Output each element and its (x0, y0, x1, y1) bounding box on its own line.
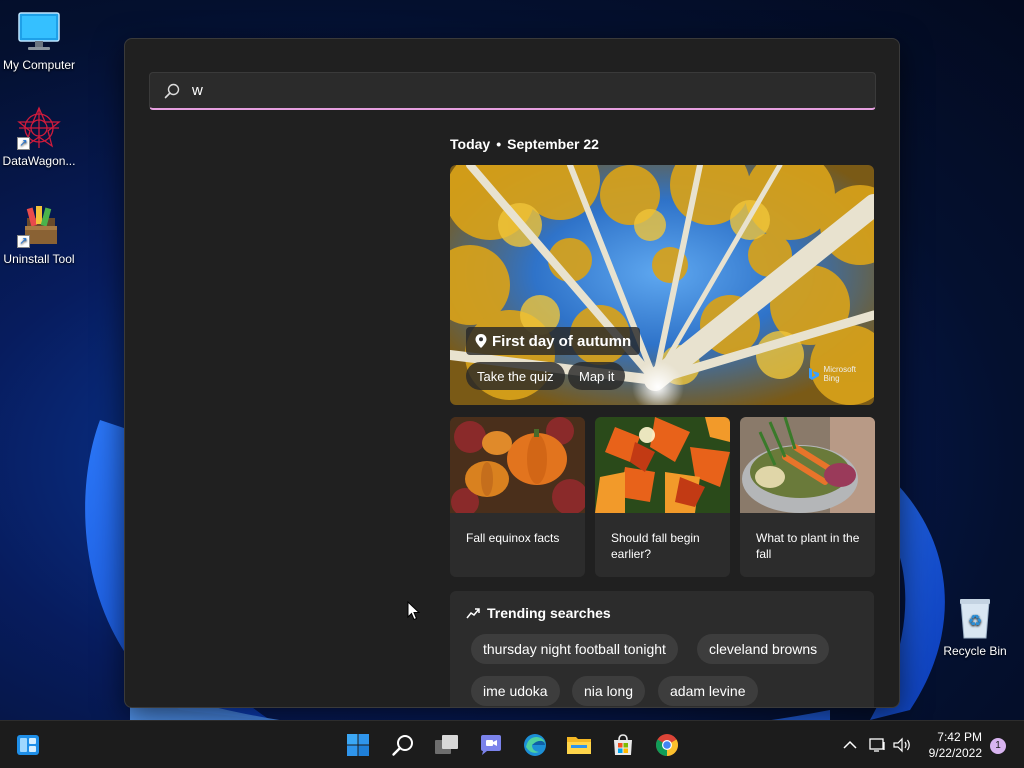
task-view-icon (435, 735, 458, 754)
trending-chip[interactable]: thursday night football tonight (471, 634, 678, 664)
desktop-icon-datawagon[interactable]: ↗ DataWagon... (0, 106, 78, 168)
uninstall-tool-icon: ↗ (17, 204, 61, 248)
taskbar-search-button[interactable] (389, 731, 417, 759)
card-what-to-plant-in-the-fall[interactable]: What to plant in the fall (740, 417, 875, 577)
trending-chip[interactable]: ime udoka (471, 676, 560, 706)
card-label: What to plant in the fall (756, 531, 860, 561)
trending-chip[interactable]: cleveland browns (697, 634, 830, 664)
dot-separator: • (496, 136, 502, 152)
bing-brand-line2: Bing (823, 374, 840, 383)
map-it-button[interactable]: Map it (568, 362, 626, 390)
card-label: Fall equinox facts (466, 531, 560, 545)
hero-card[interactable]: First day of autumn Take the quiz Map it… (450, 165, 874, 405)
start-icon (347, 734, 369, 756)
pumpkins-image (450, 417, 585, 513)
datawagon-icon: ↗ (17, 106, 61, 150)
store-button[interactable] (609, 731, 637, 759)
bing-logo-icon (808, 368, 819, 380)
location-pin-icon (475, 334, 487, 348)
vegetables-basket-image (740, 417, 875, 513)
today-header: Today • September 22 (450, 136, 599, 152)
widgets-button[interactable] (14, 731, 42, 759)
clock[interactable]: 7:42 PM 9/22/2022 (929, 729, 982, 761)
chevron-up-icon (843, 740, 857, 749)
recycle-bin-icon: ♻ (953, 596, 997, 640)
search-input[interactable] (192, 82, 792, 99)
today-label: Today (450, 136, 491, 152)
card-should-fall-begin-earlier[interactable]: Should fall begin earlier? (595, 417, 730, 577)
hero-title-text: First day of autumn (492, 332, 632, 350)
search-box[interactable] (149, 72, 876, 110)
show-hidden-icons-button[interactable] (836, 731, 864, 759)
desktop-icon-label: Uninstall Tool (3, 252, 75, 266)
trending-searches-section: Trending searches thursday night footbal… (450, 591, 874, 707)
edge-button[interactable] (521, 731, 549, 759)
desktop-icon-label: DataWagon... (2, 154, 76, 168)
notification-badge[interactable]: 1 (990, 738, 1006, 754)
teams-chat-icon (481, 735, 501, 755)
bing-brand-line1: Microsoft (823, 365, 856, 374)
hero-title[interactable]: First day of autumn (466, 327, 641, 355)
teams-chat-button[interactable] (477, 731, 505, 759)
trending-chip[interactable]: adam levine (658, 676, 758, 706)
desktop-icon-my-computer[interactable]: My Computer (0, 10, 78, 72)
store-icon (614, 734, 632, 755)
trending-arrow-icon (466, 608, 480, 619)
network-icon (869, 738, 885, 752)
desktop-icon-recycle-bin[interactable]: ♻ Recycle Bin (936, 596, 1014, 658)
shortcut-arrow-icon: ↗ (17, 137, 30, 150)
desktop-icon-label: My Computer (2, 58, 76, 72)
autumn-leaves-image (595, 417, 730, 513)
search-panel: Today • September 22 (124, 38, 900, 708)
edge-icon (524, 734, 546, 756)
desktop-icon-uninstall-tool[interactable]: ↗ Uninstall Tool (0, 204, 78, 266)
chrome-icon (656, 734, 678, 756)
mouse-cursor-icon (407, 601, 420, 621)
volume-button[interactable] (888, 731, 916, 759)
card-fall-equinox-facts[interactable]: Fall equinox facts (450, 417, 585, 577)
monitor-icon (17, 10, 61, 54)
trending-title: Trending searches (487, 605, 611, 621)
chrome-button[interactable] (653, 731, 681, 759)
start-button[interactable] (344, 731, 372, 759)
card-label: Should fall begin earlier? (611, 531, 700, 561)
search-icon (164, 83, 180, 98)
trending-chip[interactable]: nia long (572, 676, 646, 706)
microsoft-bing-logo: Microsoft Bing (807, 365, 856, 383)
trending-header: Trending searches (466, 605, 611, 621)
volume-icon (893, 737, 910, 753)
file-explorer-icon (567, 737, 591, 754)
desktop-icon-label: Recycle Bin (943, 644, 1007, 658)
task-view-button[interactable] (433, 731, 461, 759)
file-explorer-button[interactable] (565, 731, 593, 759)
widgets-icon (17, 735, 39, 755)
search-icon (392, 735, 413, 756)
shortcut-arrow-icon: ↗ (17, 235, 30, 248)
clock-date: 9/22/2022 (928, 746, 982, 760)
svg-text:♻: ♻ (968, 611, 982, 630)
today-date: September 22 (507, 136, 599, 152)
taskbar: 7:42 PM 9/22/2022 1 (0, 720, 1024, 768)
clock-time: 7:42 PM (937, 730, 982, 744)
take-quiz-button[interactable]: Take the quiz (466, 362, 565, 390)
